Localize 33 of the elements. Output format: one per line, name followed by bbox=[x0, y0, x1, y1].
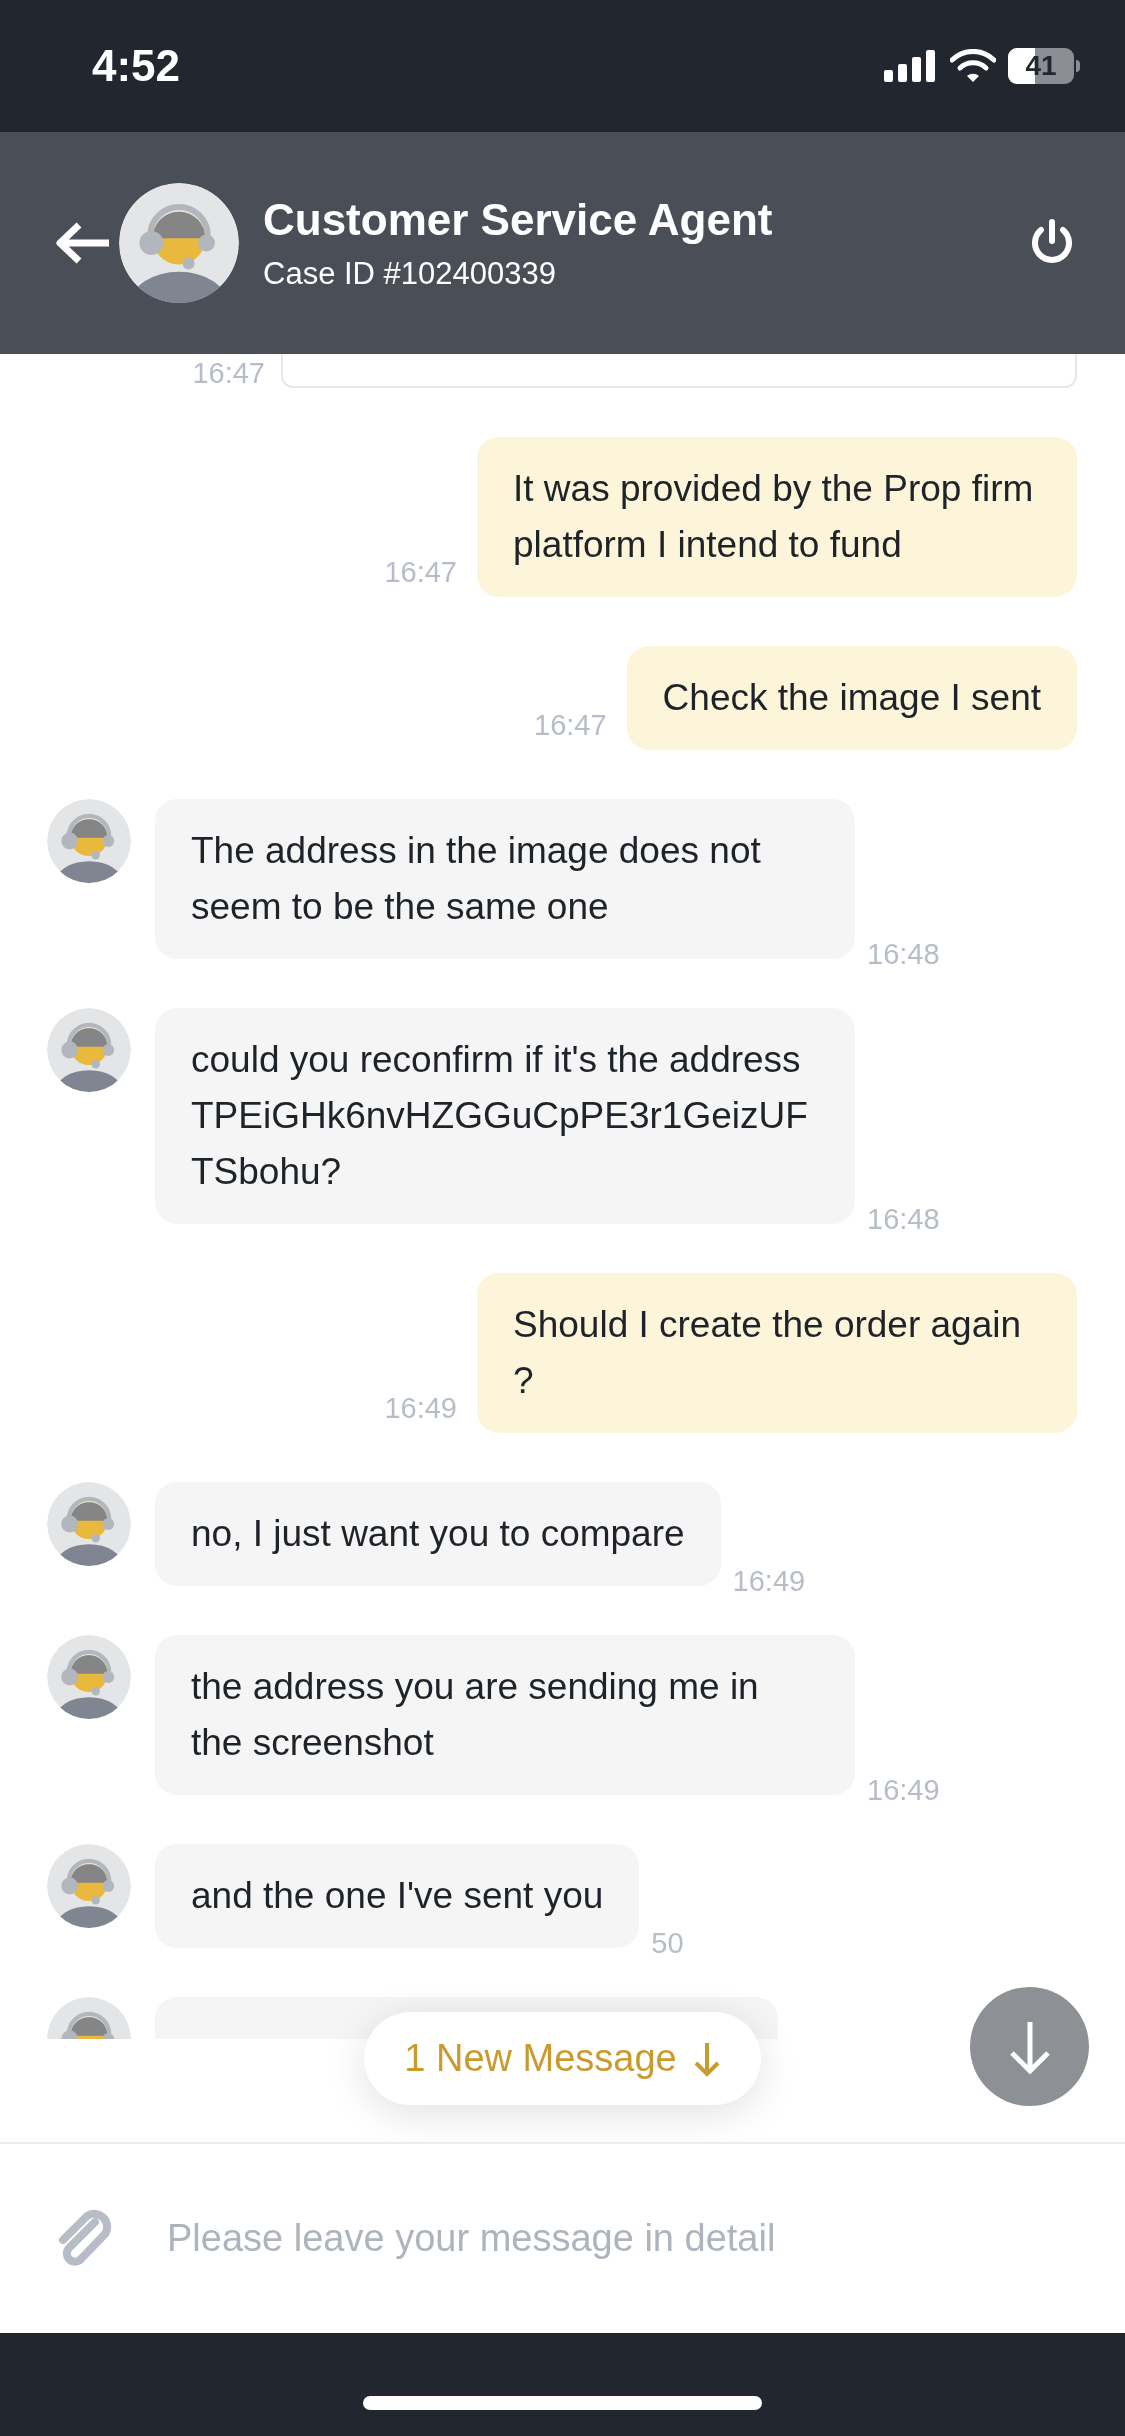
message-time: 50 bbox=[651, 1927, 684, 1959]
agent-avatar-icon bbox=[47, 1008, 131, 1092]
agent-title: Customer Service Agent bbox=[263, 194, 774, 247]
message-time: 16:49 bbox=[732, 1565, 806, 1597]
status-time: 4:52 bbox=[92, 40, 181, 92]
agent-avatar-icon bbox=[47, 1482, 131, 1566]
back-button[interactable] bbox=[55, 221, 111, 265]
down-arrow-icon bbox=[692, 2040, 721, 2077]
received-message: the address you are sending me in the screenshot bbox=[155, 1635, 855, 1795]
message-time: 16:49 bbox=[384, 1392, 457, 1424]
new-message-button[interactable]: 1 New Message bbox=[364, 2012, 761, 2105]
wifi-icon bbox=[950, 49, 996, 83]
received-message: and the one I've sent you bbox=[155, 1844, 640, 1948]
sent-message: Check the image I sent bbox=[626, 646, 1077, 750]
agent-avatar-icon bbox=[47, 1844, 131, 1928]
message-time: 16:47 bbox=[192, 359, 265, 388]
case-id: Case ID #102400339 bbox=[263, 255, 557, 294]
agent-avatar-icon bbox=[119, 183, 239, 303]
message-input[interactable]: Please leave your message in detail bbox=[167, 2210, 1125, 2267]
agent-avatar-icon bbox=[47, 1635, 131, 1719]
sent-message: It was provided by the Prop firm platform I intend to fund bbox=[477, 437, 1077, 597]
agent-avatar-icon bbox=[47, 799, 131, 883]
received-message: could you reconfirm if it's the address TPEiGHk6nvHZGGuCpPE3r1GeizUFTSbohu? bbox=[155, 1008, 855, 1224]
message-time: 16:47 bbox=[384, 556, 457, 588]
message-time: 16:48 bbox=[867, 938, 940, 970]
sent-message: Should I create the order again ? bbox=[477, 1273, 1077, 1433]
received-message: The address in the image does not seem to be the same one bbox=[155, 799, 855, 959]
message-time: 16:49 bbox=[867, 1774, 940, 1806]
message-time: 16:47 bbox=[534, 709, 607, 741]
received-message: no, I just want you to compare bbox=[155, 1482, 721, 1586]
back-arrow-icon bbox=[55, 221, 111, 265]
message-time: 16:48 bbox=[867, 1203, 940, 1235]
signal-icon bbox=[884, 50, 938, 82]
